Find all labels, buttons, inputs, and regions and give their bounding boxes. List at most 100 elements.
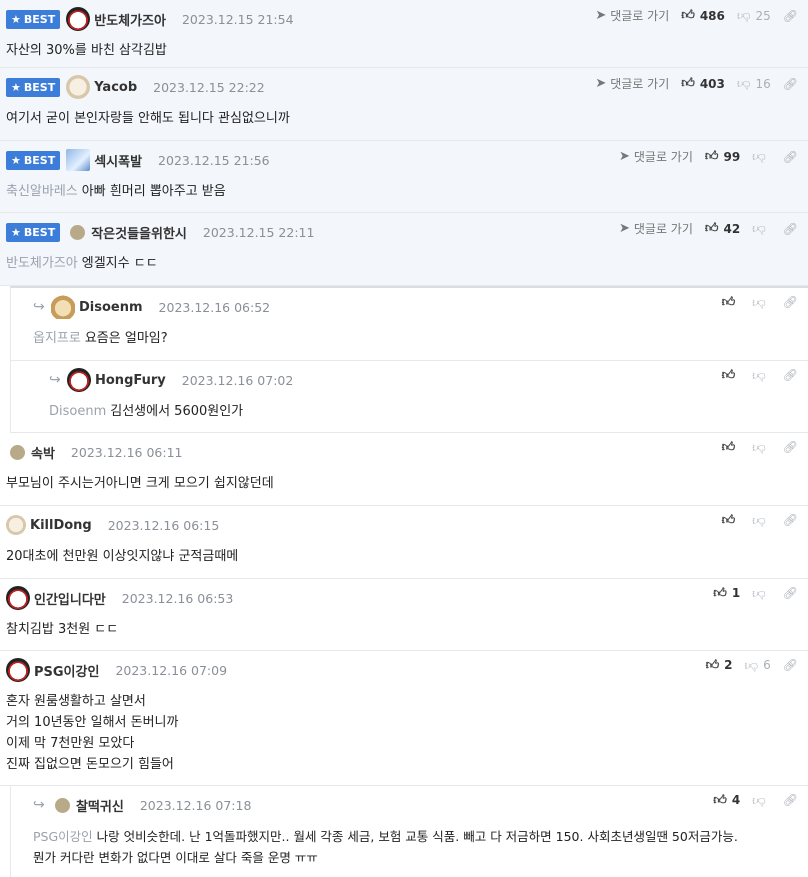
- upvote-button[interactable]: 👍︎: [722, 514, 741, 527]
- author-name[interactable]: 작은것들을위한시: [91, 223, 187, 242]
- comment-item: ★ BEST 작은것들을위한시 2023.12.15 22:11 ➤ 댓글로 가기 …: [0, 213, 808, 286]
- thumb-down-icon: 👍︎: [752, 221, 766, 236]
- mention-tag[interactable]: 반도체가즈아: [6, 256, 78, 271]
- upvote-button[interactable]: 👍︎: [722, 369, 741, 382]
- thumb-down-icon: 👍︎: [752, 512, 766, 528]
- reply-item: ↪ 찰떡귀신 2023.12.16 07:18 👍︎ 4 👍︎ 🔗︎ PSG이강인…: [10, 786, 808, 877]
- reply-arrow-icon: ↪: [49, 372, 61, 388]
- avatar[interactable]: [6, 658, 30, 682]
- link-icon[interactable]: 🔗︎: [783, 9, 798, 23]
- link-icon[interactable]: 🔗︎: [783, 222, 798, 236]
- author-name[interactable]: 인간입니다만: [34, 589, 106, 608]
- author-name[interactable]: Yacob: [94, 80, 137, 95]
- thumb-down-icon: 👍︎: [736, 76, 751, 91]
- author-name[interactable]: 반도체가즈아: [94, 10, 166, 29]
- avatar[interactable]: [51, 295, 75, 319]
- thumb-up-icon: 👍︎: [704, 149, 719, 164]
- thumb-down-icon: 👍︎: [752, 367, 766, 383]
- mention-tag[interactable]: 축신알바레스: [6, 184, 78, 199]
- author-name[interactable]: KillDong: [30, 518, 92, 533]
- comment-item: ★ BEST 반도체가즈아 2023.12.15 21:54 ➤ 댓글로 가기 👍︎…: [0, 0, 808, 68]
- upvote-button[interactable]: 👍︎ 486: [681, 9, 725, 23]
- upvote-button[interactable]: 👍︎ 403: [681, 77, 725, 91]
- avatar[interactable]: [6, 586, 30, 610]
- downvote-button[interactable]: 👍︎ 6: [745, 658, 771, 673]
- downvote-button[interactable]: 👍︎: [752, 221, 771, 236]
- upvote-button[interactable]: 👍︎ 42: [705, 222, 740, 236]
- thumb-down-icon: 👍︎: [752, 585, 766, 601]
- avatar[interactable]: [67, 368, 91, 392]
- comment-item: 속박 2023.12.16 06:11 👍︎ 👍︎ 🔗︎ 부모님이 주시는거아니…: [0, 433, 808, 506]
- link-icon[interactable]: 🔗︎: [783, 513, 798, 527]
- downvote-button[interactable]: 👍︎: [752, 295, 771, 310]
- author-name[interactable]: 속박: [31, 443, 55, 462]
- thumb-up-icon: 👍︎: [713, 792, 727, 808]
- downvote-button[interactable]: 👍︎: [752, 512, 771, 528]
- author-name[interactable]: HongFury: [95, 373, 166, 388]
- link-icon[interactable]: 🔗︎: [783, 658, 798, 672]
- comment-item: ★ BEST Yacob 2023.12.15 22:22 ➤ 댓글로 가기 👍︎ 4…: [0, 68, 808, 141]
- avatar[interactable]: [6, 515, 26, 535]
- goto-comment-link[interactable]: ➤ 댓글로 가기: [595, 7, 669, 24]
- comment-item: PSG이강인 2023.12.16 07:09 👍︎ 2 👍︎ 6 🔗︎ 혼자 원룸…: [0, 651, 808, 786]
- comment-date: 2023.12.16 06:53: [121, 590, 234, 606]
- downvote-button[interactable]: 👍︎ 25: [736, 8, 771, 23]
- comment-body: 여기서 굳이 본인자랑들 안해도 됩니다 관심없으니까: [6, 111, 290, 126]
- mention-tag[interactable]: Disoenm: [49, 404, 106, 419]
- link-icon[interactable]: 🔗︎: [783, 793, 798, 807]
- author-name[interactable]: 찰떡귀신: [76, 796, 124, 815]
- paper-plane-icon: ➤: [618, 221, 630, 236]
- comment-date: 2023.12.16 06:52: [158, 299, 271, 315]
- goto-comment-link[interactable]: ➤ 댓글로 가기: [619, 148, 693, 165]
- link-icon[interactable]: 🔗︎: [783, 440, 798, 454]
- upvote-button[interactable]: 👍︎: [722, 441, 741, 454]
- upvote-button[interactable]: 👍︎ 2: [706, 658, 733, 672]
- goto-comment-link[interactable]: ➤ 댓글로 가기: [619, 220, 693, 237]
- link-icon[interactable]: 🔗︎: [783, 368, 798, 382]
- thumb-up-icon: 👍︎: [713, 585, 727, 601]
- reply-item: ↪ Disoenm 2023.12.16 06:52 👍︎ 👍︎ 🔗︎ 옵지프로…: [10, 286, 808, 361]
- author-name[interactable]: PSG이강인: [34, 661, 99, 680]
- downvote-button[interactable]: 👍︎: [752, 439, 771, 455]
- link-icon[interactable]: 🔗︎: [783, 586, 798, 600]
- link-icon[interactable]: 🔗︎: [783, 295, 798, 309]
- reply-arrow-icon: ↪: [33, 299, 45, 315]
- downvote-button[interactable]: 👍︎: [752, 792, 771, 808]
- comment-body: PSG이강인 나랑 엇비슷한데. 난 1억돌파했지만.. 월세 각종 세금, 보험…: [33, 829, 738, 865]
- author-name[interactable]: Disoenm: [79, 300, 143, 315]
- thumb-up-icon: 👍︎: [681, 76, 695, 91]
- upvote-button[interactable]: 👍︎ 99: [705, 150, 740, 164]
- thumb-down-icon: 👍︎: [752, 792, 766, 808]
- avatar[interactable]: [66, 149, 91, 171]
- downvote-button[interactable]: 👍︎: [752, 585, 771, 601]
- downvote-button[interactable]: 👍︎: [752, 367, 771, 383]
- downvote-button[interactable]: 👍︎: [752, 149, 771, 164]
- avatar[interactable]: [10, 444, 25, 460]
- downvote-button[interactable]: 👍︎ 16: [736, 76, 771, 91]
- avatar[interactable]: [66, 7, 91, 31]
- comment-date: 2023.12.16 07:09: [115, 662, 228, 678]
- comment-item: 인간입니다만 2023.12.16 06:53 👍︎ 1 👍︎ 🔗︎ 참치김밥 3…: [0, 579, 808, 651]
- upvote-button[interactable]: 👍︎ 1: [713, 586, 740, 600]
- avatar[interactable]: [55, 797, 70, 813]
- link-icon[interactable]: 🔗︎: [783, 77, 798, 91]
- avatar[interactable]: [70, 224, 86, 240]
- thumb-down-icon: 👍︎: [752, 439, 766, 455]
- thumb-up-icon: 👍︎: [721, 439, 736, 455]
- comment-body: 옵지프로 요즘은 얼마임?: [33, 331, 168, 346]
- thumb-down-icon: 👍︎: [736, 8, 751, 23]
- comment-body: Disoenm 김선생에서 5600원인가: [49, 404, 244, 419]
- comment-body: 20대초에 천만원 이상잇지않냐 군적금때메: [6, 549, 239, 564]
- thumb-up-icon: 👍︎: [704, 221, 719, 236]
- thumb-up-icon: 👍︎: [721, 512, 736, 528]
- avatar[interactable]: [66, 75, 91, 99]
- upvote-button[interactable]: 👍︎ 4: [713, 793, 740, 807]
- best-badge: ★ BEST: [6, 222, 61, 242]
- link-icon[interactable]: 🔗︎: [783, 150, 798, 164]
- comment-date: 2023.12.16 06:11: [70, 444, 183, 460]
- goto-comment-link[interactable]: ➤ 댓글로 가기: [595, 75, 669, 92]
- author-name[interactable]: 섹시폭발: [94, 151, 142, 170]
- upvote-button[interactable]: 👍︎: [722, 296, 741, 309]
- mention-tag[interactable]: PSG이강인: [33, 829, 93, 844]
- mention-tag[interactable]: 옵지프로: [33, 331, 81, 346]
